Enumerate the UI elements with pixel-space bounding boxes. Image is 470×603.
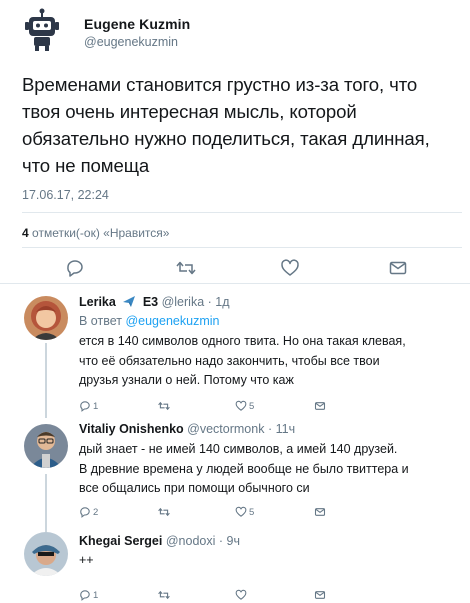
dm-button[interactable] <box>314 398 326 414</box>
heart-icon <box>235 400 247 412</box>
like-button[interactable]: 5 <box>235 504 254 520</box>
reply-actions: 2 5 <box>79 504 459 520</box>
reply-button[interactable]: 1 <box>79 398 98 414</box>
like-count: 5 <box>249 400 255 412</box>
tweet-text-line: Временами становится грустно из-за того,… <box>22 74 418 95</box>
retweet-button[interactable] <box>157 504 173 520</box>
reply-text-line: все общались при помощи обычного си <box>79 481 310 495</box>
author-name[interactable]: Eugene Kuzmin <box>84 16 190 32</box>
reply-time[interactable]: 9ч <box>227 534 240 548</box>
reply-text-line: ется в 140 символов одного твита. Но она… <box>79 334 406 348</box>
reply-text: ++ <box>79 551 464 571</box>
reply-author-extra: E3 <box>142 295 159 309</box>
reply-count: 1 <box>93 400 99 412</box>
divider <box>22 247 462 248</box>
reply-text-line: друзья узнали о ней. Потому что каж <box>79 373 294 387</box>
reply-text-line: В древние времена у людей вообще не было… <box>79 461 409 476</box>
likes-stats[interactable]: 4 отметки(-ок) «Нравится» <box>22 226 169 240</box>
heart-icon[interactable] <box>280 258 300 278</box>
reply-text-line: дый знает - не имей 140 символов, а имей… <box>79 442 398 456</box>
reply-header: Khegai Sergei @nodoxi · 9ч <box>79 534 240 548</box>
retweet-icon <box>157 589 171 601</box>
heart-icon <box>235 506 247 518</box>
reply-text-line: ++ <box>79 553 94 567</box>
dm-icon <box>314 589 326 601</box>
thread-line <box>45 474 47 532</box>
reply-icon <box>79 400 91 412</box>
avatar[interactable] <box>24 532 68 576</box>
reply-actions: 1 <box>79 587 459 603</box>
tweet-author[interactable]: Eugene Kuzmin @eugenekuzmin <box>22 8 442 52</box>
reply-icon[interactable] <box>65 258 85 278</box>
dm-icon[interactable] <box>388 258 408 278</box>
dm-button[interactable] <box>314 504 326 520</box>
reply-author-handle[interactable]: @vectormonk <box>187 422 264 436</box>
tweet-text: Временами становится грустно из-за того,… <box>22 71 462 179</box>
reply-to: В ответ @eugenekuzmin <box>79 314 219 328</box>
reply-author-handle[interactable]: @lerika <box>162 295 205 309</box>
reply-time[interactable]: 11ч <box>276 422 296 436</box>
reply-count: 2 <box>93 506 99 518</box>
like-button[interactable]: 5 <box>235 398 254 414</box>
reply-text: дый знает - не имей 140 символов, а имей… <box>79 440 464 499</box>
dm-button[interactable] <box>314 587 326 603</box>
reply-to-label: В ответ <box>79 314 122 328</box>
divider <box>22 212 462 213</box>
author-handle[interactable]: @eugenekuzmin <box>84 35 178 49</box>
reply-count: 1 <box>93 589 99 601</box>
retweet-icon[interactable] <box>175 258 197 278</box>
like-count: 5 <box>249 506 255 518</box>
like-button[interactable] <box>235 587 249 603</box>
tweet-timestamp[interactable]: 17.06.17, 22:24 <box>22 188 109 202</box>
reply-author-handle[interactable]: @nodoxi <box>166 534 216 548</box>
reply-header: Lerika E3 @lerika · 1д <box>79 294 230 309</box>
plane-emoji-icon <box>122 294 136 308</box>
tweet-text-line: твоя очень интересная мысль, которой <box>22 101 357 122</box>
retweet-button[interactable] <box>157 587 173 603</box>
robot-avatar-icon[interactable] <box>22 8 62 52</box>
likes-count: 4 <box>22 226 29 240</box>
thread-line <box>45 343 47 418</box>
reply-author-name[interactable]: Lerika <box>79 295 116 309</box>
reply-author-name[interactable]: Khegai Sergei <box>79 534 162 548</box>
tweet-action-bar <box>0 252 470 282</box>
reply-text-line: что её обязательно надо закончить, чтобы… <box>79 353 380 368</box>
retweet-icon <box>157 506 171 518</box>
reply-header: Vitaliy Onishenko @vectormonk · 11ч <box>79 422 296 436</box>
dm-icon <box>314 506 326 518</box>
avatar[interactable] <box>24 296 68 340</box>
avatar[interactable] <box>24 424 68 468</box>
dm-icon <box>314 400 326 412</box>
reply-actions: 1 5 <box>79 398 459 414</box>
reply-icon <box>79 589 91 601</box>
tweet-text-line: обязательно нужно поделиться, такая длин… <box>22 128 430 149</box>
retweet-button[interactable] <box>157 398 173 414</box>
reply-author-name[interactable]: Vitaliy Onishenko <box>79 422 184 436</box>
reply-text: ется в 140 символов одного твита. Но она… <box>79 332 464 391</box>
reply-to-handle[interactable]: @eugenekuzmin <box>125 314 219 328</box>
reply-button[interactable]: 2 <box>79 504 98 520</box>
reply-icon <box>79 506 91 518</box>
retweet-icon <box>157 400 171 412</box>
reply-time[interactable]: 1д <box>215 295 229 309</box>
likes-label: отметки(-ок) «Нравится» <box>32 226 170 240</box>
tweet-text-line: что не помеща <box>22 155 150 176</box>
divider <box>0 283 470 284</box>
reply-button[interactable]: 1 <box>79 587 98 603</box>
heart-icon <box>235 589 247 601</box>
